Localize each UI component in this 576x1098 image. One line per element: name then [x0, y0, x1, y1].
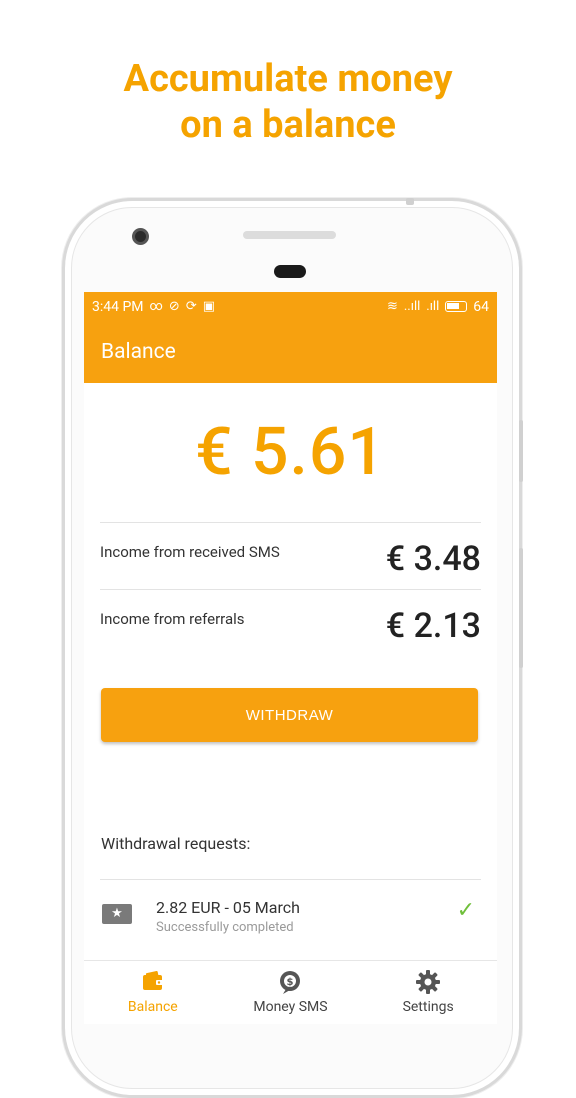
app-bar: Balance: [84, 321, 497, 383]
promo-line-1: Accumulate money: [123, 57, 453, 101]
income-row-referrals: Income from referrals € 2.13: [100, 590, 481, 656]
signal-icon-2: .ıll: [426, 299, 440, 314]
gear-icon: [416, 970, 441, 994]
balance-total: € 5.61: [195, 414, 386, 491]
income-label: Income from referrals: [100, 610, 245, 628]
promo-headline: Accumulate money on a balance: [0, 56, 576, 148]
infinity-icon: ∞: [149, 299, 163, 314]
check-icon: ✓: [456, 898, 475, 923]
status-right: ≋ ..ıll .ıll 64: [387, 299, 489, 315]
bottom-navigation: Balance $ Money SMS Settings: [84, 960, 497, 1024]
withdrawal-requests-title: Withdrawal requests:: [101, 834, 251, 853]
nav-item-balance[interactable]: Balance: [84, 961, 222, 1024]
svg-text:$: $: [287, 977, 294, 988]
earpiece-speaker: [243, 231, 336, 239]
power-button: [519, 548, 523, 668]
request-text: 2.82 EUR - 05 March Successfully complet…: [156, 898, 300, 935]
battery-level: 64: [473, 298, 489, 315]
income-label: Income from received SMS: [100, 543, 280, 561]
promo-line-2: on a balance: [180, 103, 396, 147]
income-value: € 2.13: [385, 606, 481, 646]
status-bar: 3:44 PM ∞ ⊘ ⟳ ▣ ≋ ..ıll .ıll 64: [84, 292, 497, 321]
income-row-sms: Income from received SMS € 3.48: [100, 523, 481, 589]
nav-label: Settings: [402, 999, 454, 1015]
money-chat-icon: $: [280, 971, 301, 994]
front-camera: [132, 228, 149, 245]
proximity-sensor: [274, 265, 306, 278]
bag-icon: ▣: [202, 299, 216, 314]
wifi-icon: ≋: [386, 299, 398, 314]
sync-icon: ⟳: [185, 299, 197, 314]
battery-icon: [445, 301, 468, 312]
check-circle-icon: ⊘: [168, 299, 180, 314]
wallet-icon: [142, 970, 163, 990]
top-button: [406, 198, 414, 205]
nav-label: Money SMS: [253, 999, 328, 1015]
request-title: 2.82 EUR - 05 March: [156, 898, 300, 917]
withdraw-button[interactable]: WITHDRAW: [101, 688, 478, 742]
status-time: 3:44 PM: [92, 298, 144, 315]
volume-button: [519, 420, 523, 482]
status-left: 3:44 PM ∞ ⊘ ⟳ ▣: [92, 299, 215, 315]
withdrawal-request-item[interactable]: ★ 2.82 EUR - 05 March Successfully compl…: [84, 880, 497, 935]
income-value: € 3.48: [385, 539, 481, 579]
nav-item-money-sms[interactable]: $ Money SMS: [222, 961, 360, 1024]
nav-label: Balance: [127, 999, 178, 1015]
signal-icon-1: ..ıll: [403, 299, 421, 314]
page-title: Balance: [101, 340, 176, 364]
app-screen: 3:44 PM ∞ ⊘ ⟳ ▣ ≋ ..ıll .ıll 64 Balance …: [84, 292, 497, 1024]
request-status: Successfully completed: [156, 920, 294, 935]
star-card-icon: ★: [102, 903, 132, 924]
nav-item-settings[interactable]: Settings: [359, 961, 497, 1024]
